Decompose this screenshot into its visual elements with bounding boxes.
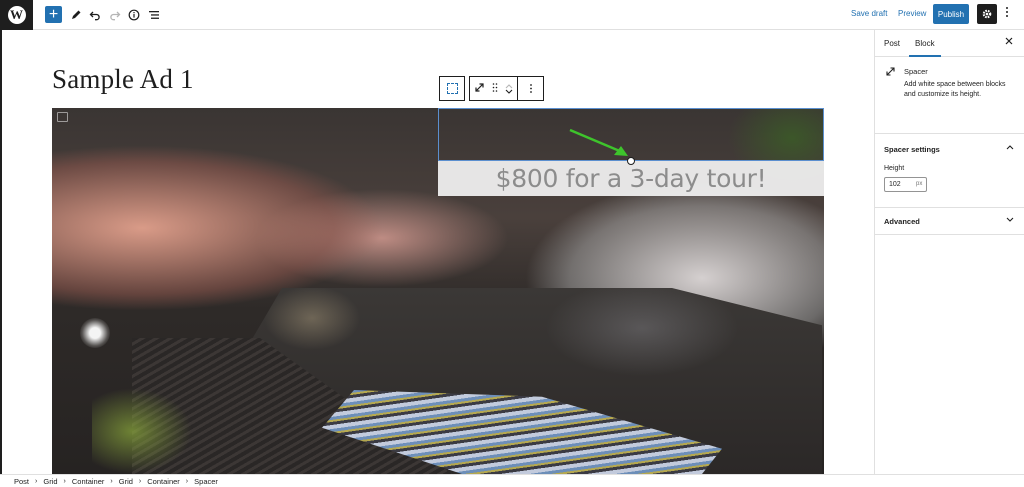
image-corner-icon [57,112,68,122]
breadcrumb-separator-icon: › [63,477,66,485]
settings-sidebar: Post Block Spacer Add white space betwee… [874,30,1024,474]
tab-block[interactable]: Block [915,39,935,48]
editor-header: W + Save draft Preview Publish [0,0,1024,30]
breadcrumb-separator-icon: › [35,477,38,485]
redo-icon[interactable] [107,6,123,24]
options-button[interactable] [1002,6,1012,22]
chevron-down-icon[interactable] [505,89,513,95]
image-foliage [92,388,192,474]
drag-handle-icon[interactable] [492,82,498,96]
spacer-resize-icon[interactable] [474,82,485,96]
height-input[interactable]: 102 px [884,177,927,192]
breadcrumb-separator-icon: › [138,477,142,485]
block-card: Spacer Add white space between blocks an… [875,57,1024,134]
select-parent-icon [446,83,458,94]
ad-banner[interactable]: $800 for a 3-day tour! [438,161,824,196]
save-draft-button[interactable]: Save draft [851,9,887,18]
advanced-toggle[interactable]: Advanced [884,217,920,226]
block-toolbar-main [469,76,518,101]
spacer-settings-panel: Spacer settings Height 102 px [875,134,1024,208]
editor-canvas[interactable]: Sample Ad 1 $800 for a 3-day tour! [2,30,874,474]
publish-button[interactable]: Publish [933,4,969,24]
gear-icon [982,9,992,19]
block-toolbar [439,76,544,101]
wordpress-logo-icon: W [7,6,26,24]
breadcrumb-item[interactable]: Container [147,477,180,486]
spacer-settings-toggle[interactable]: Spacer settings [884,145,940,154]
select-parent-button[interactable] [439,76,465,101]
block-card-title: Spacer [904,67,928,76]
pencil-icon[interactable] [68,6,84,24]
breadcrumb-item-current[interactable]: Spacer [194,477,218,486]
breadcrumb-separator-icon: › [110,477,113,485]
block-mover [505,83,513,95]
height-label: Height [884,165,905,172]
breadcrumb-item[interactable]: Grid [119,477,133,486]
close-sidebar-button[interactable] [1005,37,1013,48]
tab-post[interactable]: Post [884,39,900,48]
post-title[interactable]: Sample Ad 1 [52,64,194,95]
height-value[interactable]: 102 [889,181,901,188]
undo-icon[interactable] [87,6,103,24]
ad-text[interactable]: $800 for a 3-day tour! [496,164,767,193]
image-lamp [80,318,110,348]
advanced-panel: Advanced [875,208,1024,235]
vertical-ellipsis-icon [1006,7,1008,17]
wordpress-logo[interactable]: W [0,0,33,30]
info-icon[interactable] [126,6,142,24]
chevron-down-icon[interactable] [1006,216,1014,225]
chevron-up-icon[interactable] [1006,143,1014,152]
add-block-button[interactable]: + [45,6,62,23]
preview-button[interactable]: Preview [898,9,926,18]
breadcrumb-separator-icon: › [185,477,189,485]
breadcrumb-item[interactable]: Grid [43,477,57,486]
breadcrumb: Post › Grid › Container › Grid › Contain… [0,474,1024,487]
sidebar-tabs: Post Block [875,30,1024,57]
breadcrumb-item[interactable]: Post [14,477,29,486]
block-options-button[interactable] [518,76,544,101]
vertical-ellipsis-icon [529,84,532,93]
settings-button[interactable] [977,4,997,24]
spacer-resize-icon [885,66,896,80]
close-icon [1005,37,1013,45]
block-card-description: Add white space between blocks and custo… [904,81,1006,98]
annotation-arrow-icon [569,128,628,156]
height-unit-select[interactable]: px [916,181,922,187]
breadcrumb-item[interactable]: Container [72,477,105,486]
list-view-icon[interactable] [146,6,162,24]
